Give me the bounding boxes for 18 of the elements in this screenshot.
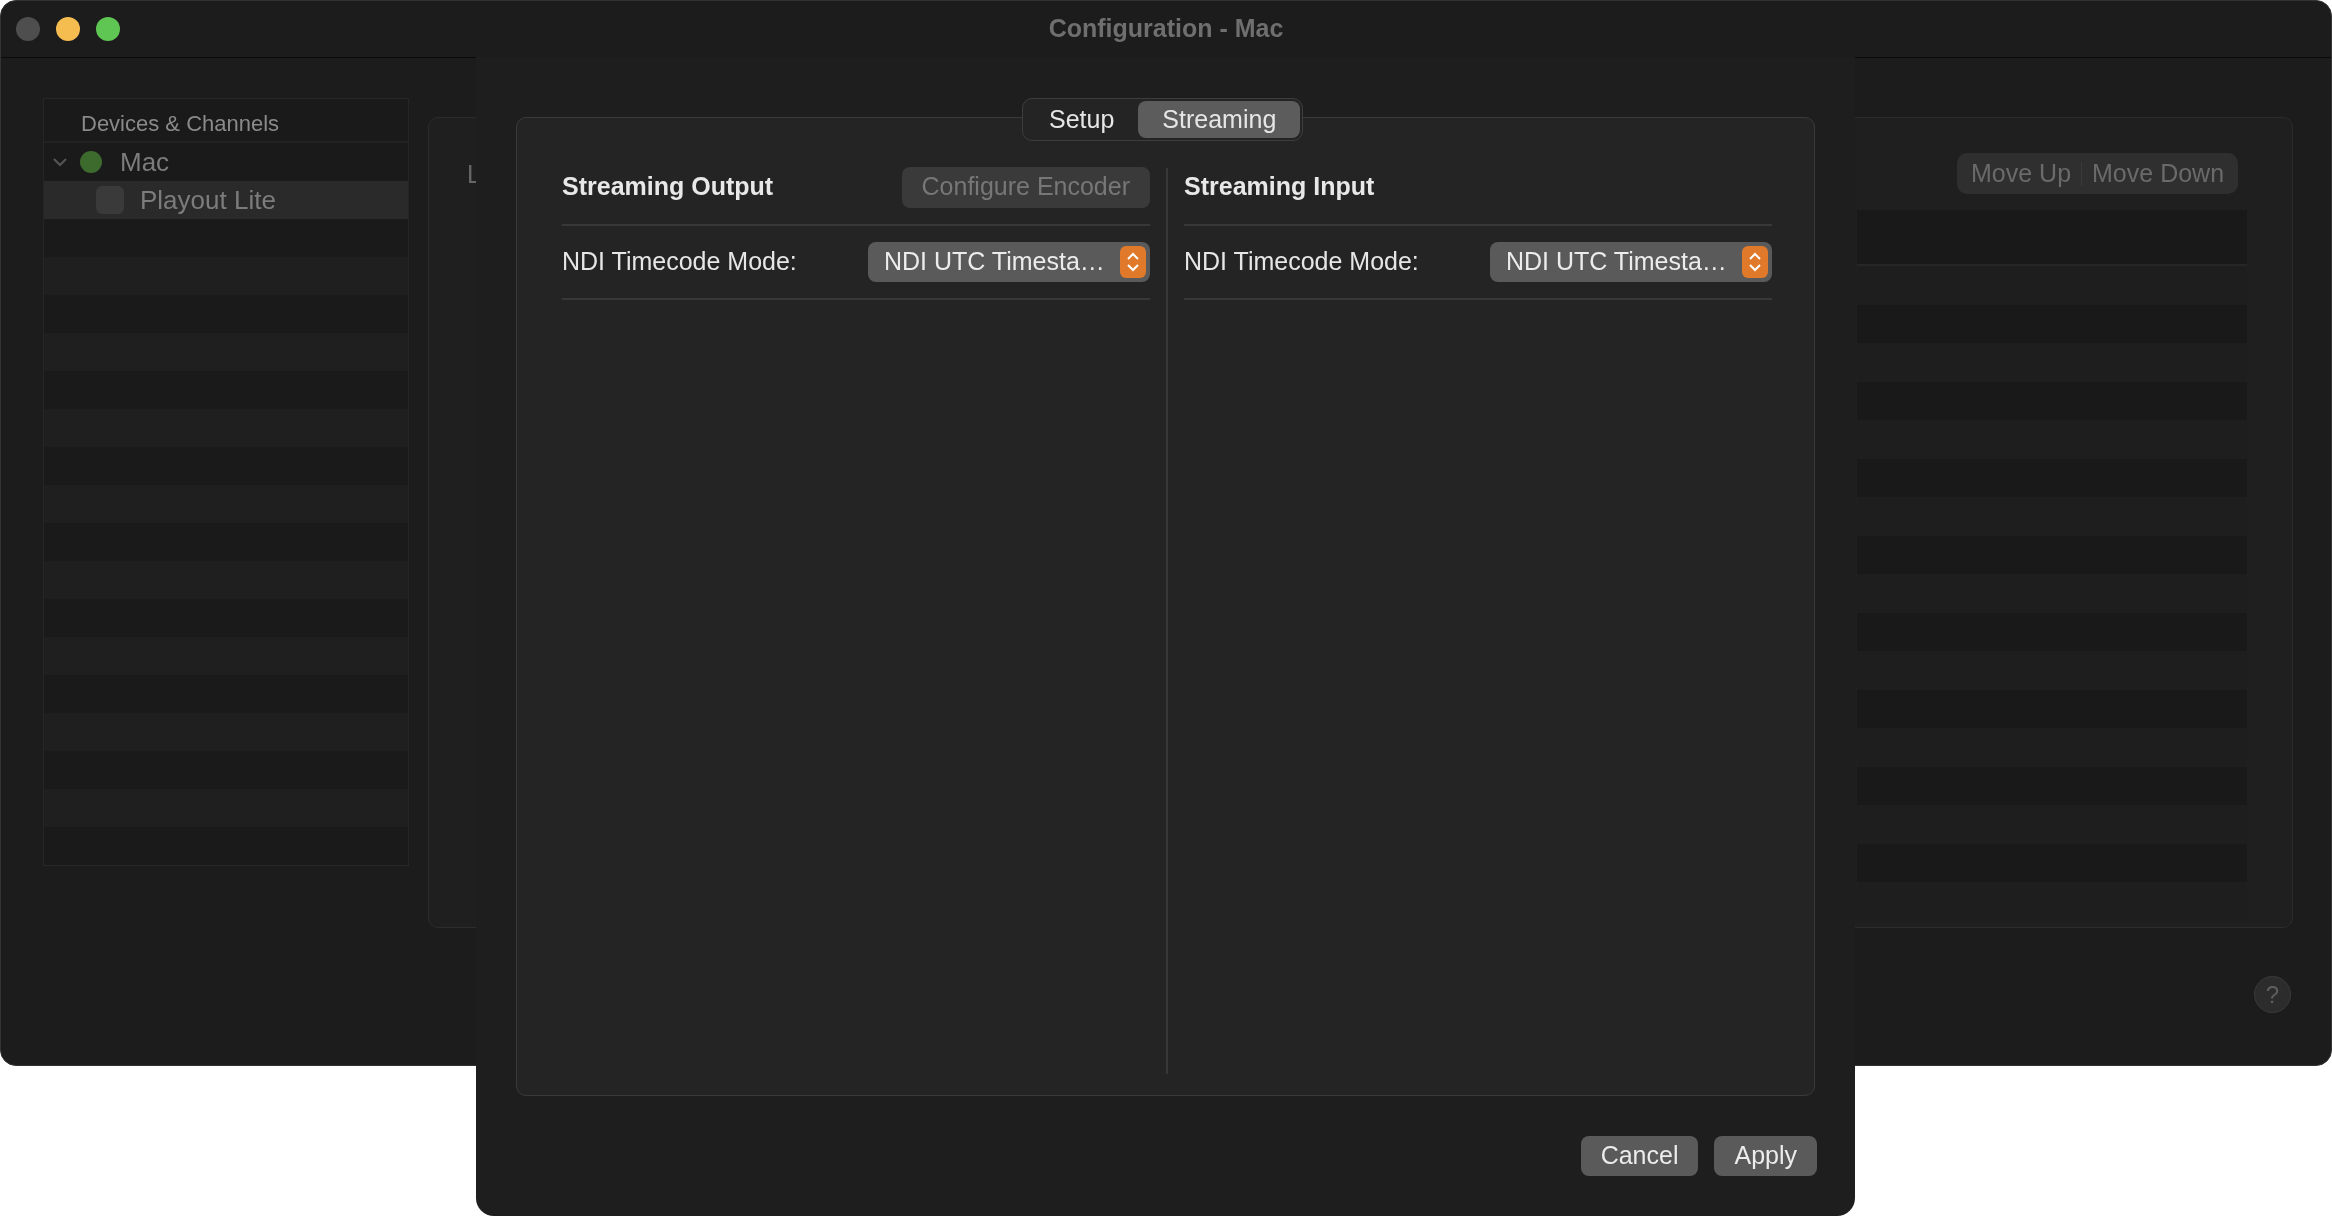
field-label: NDI Timecode Mode: bbox=[1184, 246, 1419, 278]
up-down-chevron-icon bbox=[1742, 246, 1768, 278]
minimize-button[interactable] bbox=[56, 17, 80, 41]
field-label: NDI Timecode Mode: bbox=[562, 246, 797, 278]
sidebar-item[interactable]: Playout Lite bbox=[44, 181, 408, 219]
tab[interactable]: Streaming bbox=[1138, 101, 1301, 138]
up-down-chevron-icon bbox=[1120, 246, 1146, 278]
apply-button[interactable]: Apply bbox=[1714, 1136, 1817, 1176]
close-button[interactable] bbox=[16, 17, 40, 41]
popup-button[interactable]: NDI UTC Timesta… bbox=[868, 242, 1150, 282]
tab[interactable]: Setup bbox=[1025, 101, 1139, 138]
popup-button[interactable]: NDI UTC Timesta… bbox=[1490, 242, 1772, 282]
section-title: Streaming Input bbox=[1184, 171, 1375, 203]
zoom-button[interactable] bbox=[96, 17, 120, 41]
section-title: Streaming Output bbox=[562, 171, 774, 203]
sidebar-header: Devices & Channels bbox=[81, 109, 280, 138]
cancel-button[interactable]: Cancel bbox=[1580, 1136, 1699, 1176]
window-title: Configuration - Mac bbox=[1047, 13, 1285, 45]
